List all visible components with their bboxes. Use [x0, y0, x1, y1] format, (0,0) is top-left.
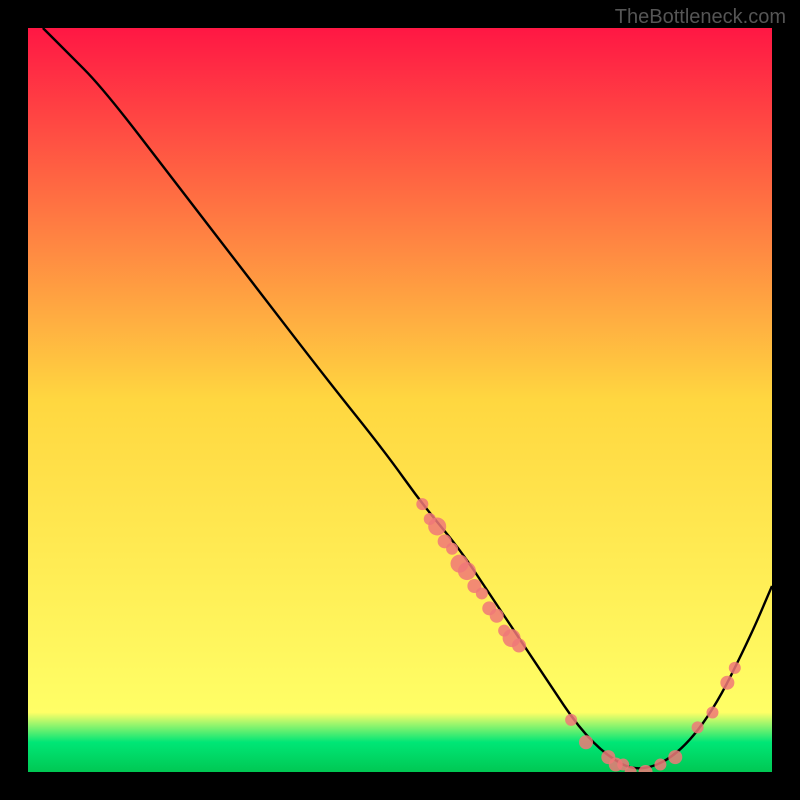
- marker: [565, 714, 577, 726]
- marker: [490, 609, 504, 623]
- marker: [668, 750, 682, 764]
- marker: [428, 517, 446, 535]
- marker: [579, 735, 593, 749]
- chart-svg: [28, 28, 772, 772]
- marker: [512, 639, 526, 653]
- marker: [458, 562, 476, 580]
- chart-container: TheBottleneck.com: [0, 0, 800, 800]
- gradient-background: [28, 28, 772, 772]
- marker: [476, 587, 488, 599]
- marker: [706, 706, 718, 718]
- marker: [654, 759, 666, 771]
- marker: [720, 676, 734, 690]
- marker: [692, 721, 704, 733]
- watermark-text: TheBottleneck.com: [615, 6, 786, 29]
- marker: [416, 498, 428, 510]
- plot-area: [28, 28, 772, 772]
- marker: [446, 543, 458, 555]
- marker: [729, 662, 741, 674]
